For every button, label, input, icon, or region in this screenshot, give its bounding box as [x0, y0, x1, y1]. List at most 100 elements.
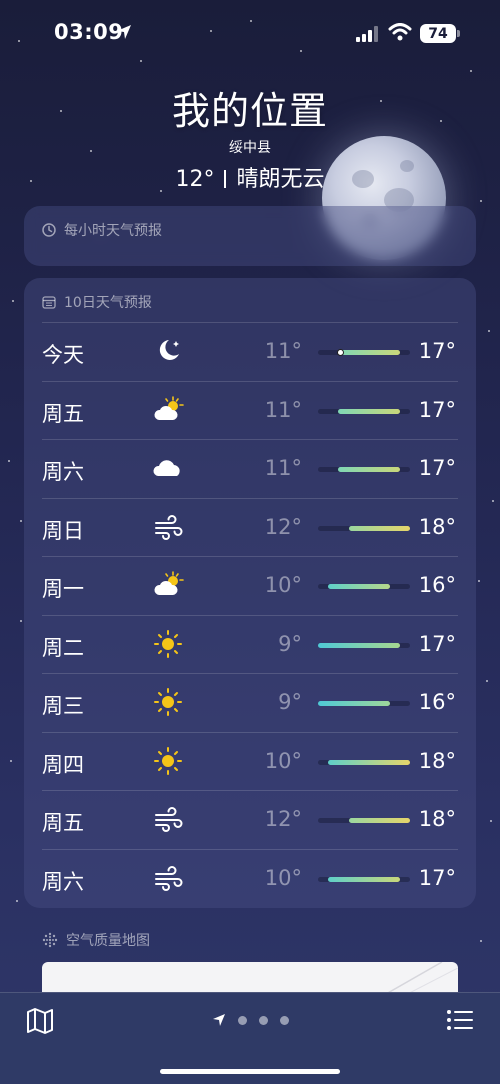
forecast-row[interactable]: 周三 9° 16° — [42, 673, 458, 732]
forecast-high: 17° — [418, 397, 456, 422]
forecast-day: 周三 — [42, 694, 84, 718]
temperature-range-track — [318, 818, 410, 823]
forecast-low: 11° — [264, 339, 302, 363]
hourly-forecast-header: 每小时天气预报 — [24, 206, 476, 254]
temperature-range-bar — [348, 525, 410, 531]
forecast-high: 18° — [418, 514, 456, 539]
star — [480, 200, 482, 202]
star — [16, 900, 18, 902]
current-conditions: 12° 晴朗无云 — [0, 161, 500, 193]
star — [20, 520, 22, 522]
star — [8, 460, 10, 462]
map-icon[interactable] — [26, 1008, 54, 1034]
forecast-low: 9° — [278, 631, 302, 656]
location-title: 我的位置 — [171, 89, 328, 133]
air-quality-title: 空气质量地图 — [66, 933, 150, 949]
air-quality-header: 空气质量地图 — [42, 930, 150, 950]
temperature-range-track — [318, 701, 410, 706]
forecast-high: 16° — [418, 573, 456, 597]
ten-day-forecast-header: 10日天气预报 — [24, 278, 476, 322]
forecast-day: 周一 — [42, 577, 84, 601]
temperature-range-bar — [318, 701, 390, 706]
forecast-row[interactable]: 今天 11° 17° — [42, 322, 458, 381]
battery-indicator: 74 — [420, 24, 456, 43]
forecast-high: 17° — [418, 631, 456, 656]
forecast-day: 周五 — [42, 401, 84, 426]
clock-icon — [42, 223, 56, 237]
forecast-row[interactable]: 周六 10° 17° — [42, 848, 458, 908]
forecast-high: 17° — [418, 339, 456, 363]
forecast-row[interactable]: 周六 11° 17° — [42, 439, 458, 498]
star — [470, 70, 472, 72]
forecast-row[interactable]: 周四 10° 18° — [42, 731, 458, 791]
temperature-range-track — [318, 349, 410, 356]
temperature-range-bar — [328, 584, 390, 589]
sun-behind-cloud-icon — [152, 571, 184, 599]
forecast-low: 12° — [264, 807, 302, 831]
forecast-low: 10° — [264, 865, 302, 890]
star — [486, 680, 488, 682]
ten-day-forecast-card[interactable]: 10日天气预报 今天 11° 17° 周五 11° 17° 周六 11° 17° 周日 12° 18°… — [24, 278, 476, 908]
temperature-range-bar — [338, 467, 400, 472]
temperature-range-track — [318, 467, 410, 472]
sun-icon — [152, 746, 184, 775]
sun-behind-cloud-icon — [152, 395, 184, 424]
forecast-high: 16° — [418, 690, 456, 714]
forecast-low: 12° — [264, 514, 302, 539]
temperature-range-bar — [328, 759, 410, 765]
forecast-low: 11° — [264, 456, 302, 480]
cellular-signal-icon — [356, 26, 378, 42]
temperature-range-bar — [328, 876, 400, 882]
hourly-forecast-card[interactable]: 每小时天气预报 — [24, 206, 476, 266]
forecast-day: 周六 — [42, 460, 84, 484]
current-temperature: 12° — [175, 167, 215, 192]
wifi-icon — [388, 23, 412, 41]
forecast-low: 11° — [264, 397, 302, 422]
location-header: 我的位置 绥中县 12° 晴朗无云 — [0, 80, 500, 193]
page-dot[interactable] — [238, 1015, 247, 1025]
forecast-row[interactable]: 周五 12° 18° — [42, 790, 458, 849]
status-time: 03:09 — [54, 20, 124, 44]
air-quality-icon — [42, 932, 58, 948]
forecast-high: 17° — [418, 456, 456, 480]
temperature-range-bar — [348, 818, 410, 823]
current-condition: 晴朗无云 — [236, 167, 325, 192]
separator — [224, 170, 227, 188]
forecast-day: 周二 — [42, 635, 84, 660]
forecast-row[interactable]: 周日 12° 18° — [42, 497, 458, 557]
wind-icon — [152, 513, 184, 541]
ten-day-forecast-title: 10日天气预报 — [64, 295, 152, 311]
forecast-row[interactable]: 周一 10° 16° — [42, 556, 458, 615]
calendar-icon — [42, 296, 56, 309]
star — [490, 820, 492, 822]
forecast-row[interactable]: 周二 9° 17° — [42, 614, 458, 674]
forecast-low: 10° — [264, 748, 302, 773]
battery-tip — [457, 30, 460, 37]
forecast-day: 周日 — [42, 518, 84, 543]
temperature-range-track — [318, 642, 410, 648]
hourly-forecast-title: 每小时天气预报 — [64, 223, 162, 239]
temperature-range-track — [318, 876, 410, 882]
home-indicator[interactable] — [160, 1069, 340, 1074]
temperature-range-bar — [338, 350, 400, 355]
page-dot[interactable] — [280, 1015, 289, 1025]
star — [478, 580, 480, 582]
star — [488, 330, 490, 332]
moon-stars-icon — [152, 337, 184, 365]
star — [12, 300, 14, 302]
current-location-icon — [213, 1014, 225, 1026]
forecast-high: 17° — [418, 865, 456, 890]
forecast-row[interactable]: 周五 11° 17° — [42, 380, 458, 440]
cloud-icon — [152, 454, 184, 482]
page-dot[interactable] — [259, 1015, 268, 1025]
temperature-range-bar — [318, 642, 400, 648]
sun-icon — [152, 688, 184, 716]
temperature-range-track — [318, 408, 410, 414]
temperature-range-track — [318, 759, 410, 765]
list-icon[interactable] — [446, 1008, 474, 1032]
forecast-low: 10° — [264, 573, 302, 597]
page-indicator[interactable] — [212, 1013, 289, 1027]
temperature-range-track — [318, 584, 410, 589]
temperature-range-track — [318, 525, 410, 531]
temperature-range-bar — [338, 408, 400, 414]
